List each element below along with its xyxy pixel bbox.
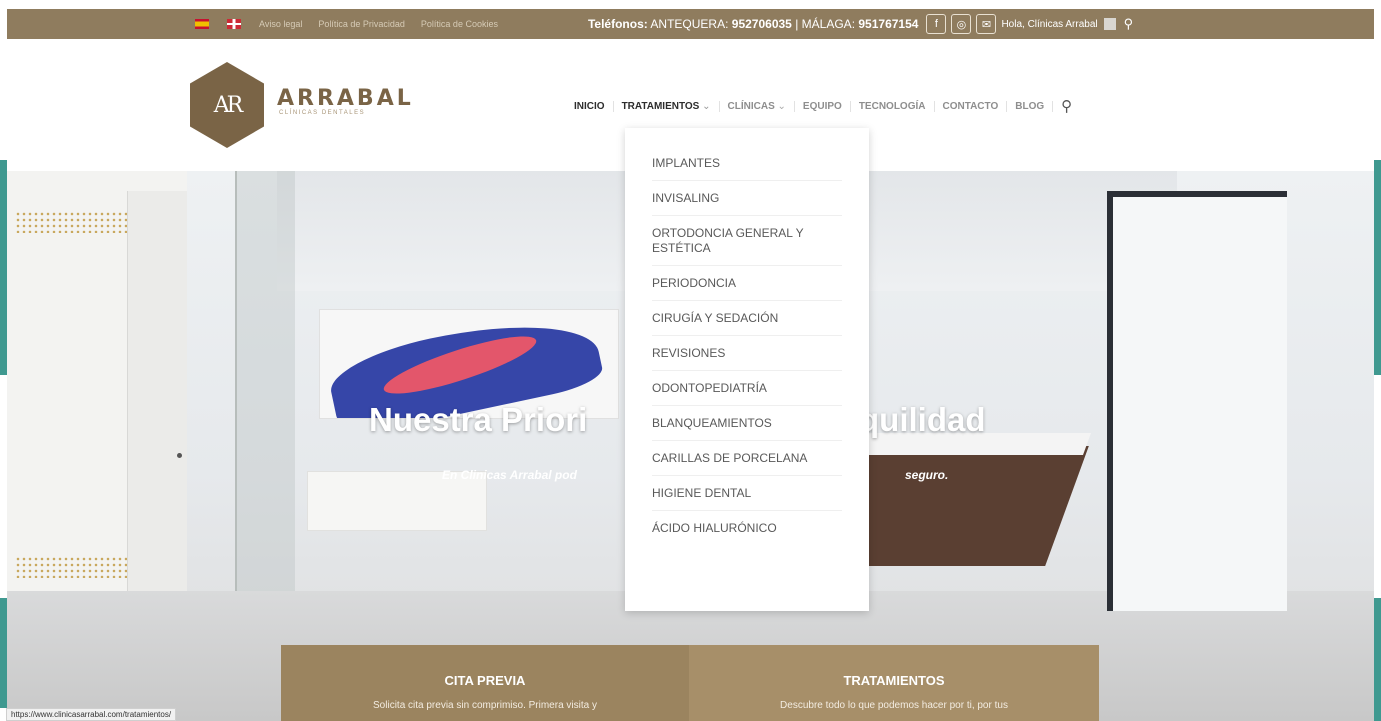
phones-label: Teléfonos: — [587, 17, 648, 31]
chevron-down-icon: ⌄ — [702, 100, 711, 112]
tratamientos-text: Descubre todo lo que podemos hacer por t… — [780, 700, 1008, 711]
flag-uk-icon[interactable] — [227, 19, 241, 29]
nav-label-tratamientos: TRATAMIENTOS — [621, 100, 700, 112]
legal-notice-link[interactable]: Aviso legal — [259, 19, 302, 29]
dropdown-item-acido-hialuronico[interactable]: ÁCIDO HIALURÓNICO — [652, 511, 842, 545]
dropdown-item-revisiones[interactable]: REVISIONES — [652, 336, 842, 371]
left-teal-strip-bottom — [0, 598, 7, 708]
nav-label-clinicas: CLÍNICAS — [727, 100, 775, 112]
hero-subtitle-left: En Clinicas Arrabal pod — [442, 468, 577, 482]
dropdown-item-carillas[interactable]: CARILLAS DE PORCELANA — [652, 441, 842, 476]
dropdown-item-cirugia[interactable]: CIRUGÍA Y SEDACIÓN — [652, 301, 842, 336]
privacy-policy-link[interactable]: Política de Privacidad — [318, 19, 405, 29]
dropdown-item-blanqueamientos[interactable]: BLANQUEAMIENTOS — [652, 406, 842, 441]
phones-malaga-number[interactable]: 951767154 — [858, 17, 918, 31]
tratamientos-dropdown: IMPLANTES INVISALING ORTODONCIA GENERAL … — [625, 128, 869, 611]
logo-monogram: AR — [213, 92, 244, 118]
nav-item-tecnologia[interactable]: TECNOLOGÍA — [851, 100, 935, 112]
dropdown-item-invisaling[interactable]: INVISALING — [652, 181, 842, 216]
chevron-down-icon: ⌄ — [777, 100, 786, 112]
mail-icon[interactable]: ✉ — [976, 14, 997, 34]
cita-previa-card[interactable]: CITA PREVIA Solicita cita previa sin com… — [281, 645, 689, 721]
dropdown-item-periodoncia[interactable]: PERIODONCIA — [652, 266, 842, 301]
hero-title-right: quilidad — [859, 401, 986, 438]
cookies-policy-link[interactable]: Política de Cookies — [421, 19, 498, 29]
nav-search-icon[interactable]: ⚲ — [1061, 97, 1072, 115]
phones-info: Teléfonos: ANTEQUERA: 952706035 | MÁLAGA… — [588, 17, 918, 31]
status-bar-url: https://www.clinicasarrabal.com/tratamie… — [6, 708, 177, 721]
brand-subtitle: CLÍNICAS DENTALES — [279, 110, 366, 116]
flag-es-icon[interactable] — [195, 19, 209, 29]
cita-previa-text: Solicita cita previa sin comprimiso. Pri… — [373, 700, 597, 711]
right-teal-strip-bottom — [1374, 598, 1381, 721]
right-teal-strip-top — [1374, 160, 1381, 375]
hero-title-left: Nuestra Priori — [369, 401, 588, 438]
nav-item-blog[interactable]: BLOG — [1007, 100, 1054, 112]
dropdown-item-higiene[interactable]: HIGIENE DENTAL — [652, 476, 842, 511]
top-bar: Aviso legal Política de Privacidad Polít… — [7, 9, 1374, 39]
hero-window — [1107, 191, 1287, 611]
dropdown-item-odontopediatria[interactable]: ODONTOPEDIATRÍA — [652, 371, 842, 406]
instagram-icon[interactable]: ◎ — [951, 14, 972, 34]
phones-malaga-label: MÁLAGA: — [801, 17, 856, 31]
hero-door-knob — [177, 453, 182, 458]
cita-previa-title: CITA PREVIA — [444, 673, 526, 688]
facebook-icon[interactable]: f — [926, 14, 947, 34]
hero-door — [127, 191, 187, 651]
nav-item-clinicas[interactable]: CLÍNICAS ⌄ — [720, 100, 795, 112]
dropdown-list: IMPLANTES INVISALING ORTODONCIA GENERAL … — [625, 128, 869, 545]
dropdown-item-implantes[interactable]: IMPLANTES — [652, 146, 842, 181]
hero-glass-panel — [235, 171, 295, 631]
nav-item-equipo[interactable]: EQUIPO — [795, 100, 851, 112]
hero-subtitle-right: seguro. — [905, 468, 949, 482]
main-nav: INICIO TRATAMIENTOS ⌄ CLÍNICAS ⌄ EQUIPO … — [566, 96, 1072, 116]
brand-name[interactable]: ARRABAL — [277, 86, 414, 111]
nav-item-inicio[interactable]: INICIO — [566, 100, 614, 112]
logo-mark[interactable]: AR — [190, 62, 264, 148]
phones-antequera-number[interactable]: 952706035 — [732, 17, 792, 31]
search-icon[interactable]: ⚲ — [1124, 16, 1134, 32]
nav-item-contacto[interactable]: CONTACTO — [935, 100, 1008, 112]
phones-separator: | — [795, 17, 799, 31]
dropdown-item-ortodoncia[interactable]: ORTODONCIA GENERAL Y ESTÉTICA — [652, 216, 842, 266]
tratamientos-title: TRATAMIENTOS — [843, 673, 945, 688]
user-greeting[interactable]: Hola, Clínicas Arrabal — [1001, 19, 1097, 30]
left-teal-strip-top — [0, 160, 7, 375]
phones-antequera-label: ANTEQUERA: — [650, 17, 729, 31]
avatar-icon[interactable] — [1103, 18, 1116, 30]
tratamientos-card[interactable]: TRATAMIENTOS Descubre todo lo que podemo… — [689, 645, 1099, 721]
nav-item-tratamientos[interactable]: TRATAMIENTOS ⌄ — [614, 100, 720, 112]
